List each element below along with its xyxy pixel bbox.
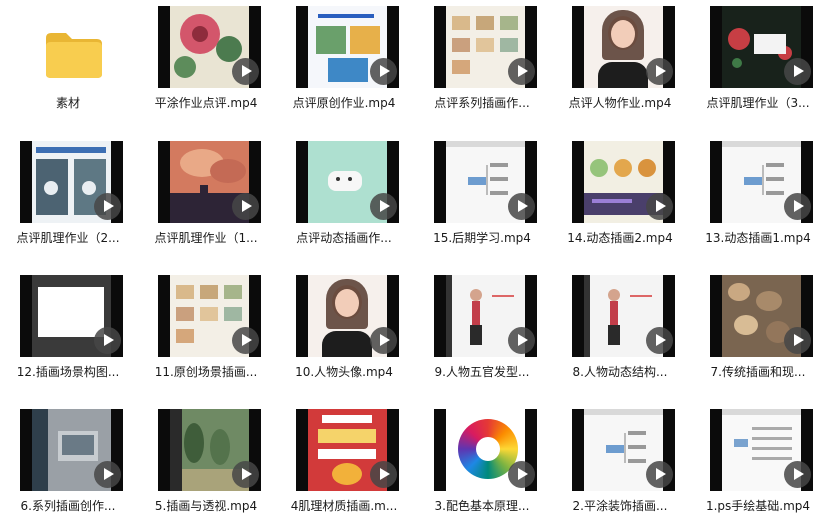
play-icon <box>508 327 535 354</box>
video-file-item[interactable]: 1.ps手绘基础.mp4 <box>696 409 819 527</box>
file-label: 点评肌理作业（1... <box>154 231 258 245</box>
video-file-item[interactable]: 9.人物五官发型... <box>420 275 544 393</box>
file-label: 13.动态插画1.mp4 <box>705 231 811 245</box>
video-thumbnail <box>572 6 675 88</box>
play-icon <box>646 461 673 488</box>
file-label: 9.人物五官发型... <box>434 365 530 379</box>
video-file-item[interactable]: 4肌理材质插画.m... <box>282 409 406 527</box>
video-thumbnail <box>296 275 399 357</box>
file-label: 点评动态插画作... <box>296 231 392 245</box>
video-file-item[interactable]: 点评肌理作业（1... <box>144 141 268 259</box>
video-file-item[interactable]: 15.后期学习.mp4 <box>420 141 544 259</box>
play-icon <box>94 327 121 354</box>
file-label: 8.人物动态结构... <box>572 365 668 379</box>
play-icon <box>232 58 259 85</box>
video-thumbnail <box>20 141 123 223</box>
folder-icon <box>46 33 102 78</box>
file-label: 15.后期学习.mp4 <box>433 231 531 245</box>
file-label: 点评人物作业.mp4 <box>568 96 672 110</box>
file-label: 1.ps手绘基础.mp4 <box>705 499 811 513</box>
video-file-item[interactable]: 点评系列插画作... <box>420 6 544 124</box>
play-icon <box>508 461 535 488</box>
file-label: 10.人物头像.mp4 <box>295 365 393 379</box>
video-file-item[interactable]: 7.传统插画和现... <box>696 275 819 393</box>
play-icon <box>94 461 121 488</box>
play-icon <box>370 58 397 85</box>
file-label: 点评肌理作业（2... <box>16 231 120 245</box>
file-label: 点评系列插画作... <box>434 96 530 110</box>
play-icon <box>646 58 673 85</box>
video-file-item[interactable]: 8.人物动态结构... <box>558 275 682 393</box>
play-icon <box>508 58 535 85</box>
play-icon <box>370 193 397 220</box>
file-label: 2.平涂装饰插画... <box>572 499 668 513</box>
play-icon <box>784 58 811 85</box>
video-thumbnail <box>572 275 675 357</box>
file-label: 11.原创场景插画... <box>154 365 258 379</box>
folder-label: 素材 <box>55 96 80 110</box>
play-icon <box>508 193 535 220</box>
video-thumbnail <box>572 409 675 491</box>
video-thumbnail <box>572 141 675 223</box>
file-label: 4肌理材质插画.m... <box>290 499 398 513</box>
play-icon <box>646 193 673 220</box>
video-file-item[interactable]: 6.系列插画创作... <box>6 409 130 527</box>
video-file-item[interactable]: 13.动态插画1.mp4 <box>696 141 819 259</box>
video-thumbnail <box>710 141 813 223</box>
video-thumbnail <box>20 275 123 357</box>
video-thumbnail <box>434 141 537 223</box>
video-file-item[interactable]: 点评肌理作业（3... <box>696 6 819 124</box>
video-file-item[interactable]: 5.插画与透视.mp4 <box>144 409 268 527</box>
video-thumbnail <box>710 6 813 88</box>
file-label: 12.插画场景构图... <box>16 365 120 379</box>
video-thumbnail <box>158 409 261 491</box>
video-file-item[interactable]: 平涂作业点评.mp4 <box>144 6 268 124</box>
video-file-item[interactable]: 14.动态插画2.mp4 <box>558 141 682 259</box>
video-thumbnail <box>434 409 537 491</box>
file-label: 平涂作业点评.mp4 <box>154 96 258 110</box>
video-file-item[interactable]: 2.平涂装饰插画... <box>558 409 682 527</box>
video-file-item[interactable]: 11.原创场景插画... <box>144 275 268 393</box>
play-icon <box>370 327 397 354</box>
play-icon <box>232 327 259 354</box>
video-thumbnail <box>710 409 813 491</box>
play-icon <box>784 193 811 220</box>
play-icon <box>232 193 259 220</box>
video-thumbnail <box>296 6 399 88</box>
file-label: 6.系列插画创作... <box>20 499 116 513</box>
play-icon <box>94 193 121 220</box>
file-label: 点评肌理作业（3... <box>706 96 810 110</box>
file-label: 点评原创作业.mp4 <box>292 96 396 110</box>
video-file-item[interactable]: 点评动态插画作... <box>282 141 406 259</box>
video-thumbnail <box>158 141 261 223</box>
file-label: 5.插画与透视.mp4 <box>154 499 258 513</box>
play-icon <box>784 461 811 488</box>
video-thumbnail <box>434 6 537 88</box>
file-grid: 素材 平涂作业点评.mp4 点评原创作业.mp4 点评系列插画作... 点评人物作业.… <box>0 0 819 524</box>
video-file-item[interactable]: 10.人物头像.mp4 <box>282 275 406 393</box>
video-file-item[interactable]: 点评原创作业.mp4 <box>282 6 406 124</box>
video-thumbnail <box>158 275 261 357</box>
folder-item-sucai[interactable]: 素材 <box>6 6 130 124</box>
file-label: 3.配色基本原理... <box>434 499 530 513</box>
play-icon <box>232 461 259 488</box>
play-icon <box>784 327 811 354</box>
video-file-item[interactable]: 12.插画场景构图... <box>6 275 130 393</box>
play-icon <box>370 461 397 488</box>
file-label: 7.传统插画和现... <box>710 365 806 379</box>
video-thumbnail <box>158 6 261 88</box>
play-icon <box>646 327 673 354</box>
video-file-item[interactable]: 点评肌理作业（2... <box>6 141 130 259</box>
video-thumbnail <box>710 275 813 357</box>
video-thumbnail <box>20 409 123 491</box>
file-label: 14.动态插画2.mp4 <box>567 231 673 245</box>
video-thumbnail <box>296 409 399 491</box>
video-file-item[interactable]: 3.配色基本原理... <box>420 409 544 527</box>
video-thumbnail <box>434 275 537 357</box>
video-thumbnail <box>296 141 399 223</box>
video-file-item[interactable]: 点评人物作业.mp4 <box>558 6 682 124</box>
